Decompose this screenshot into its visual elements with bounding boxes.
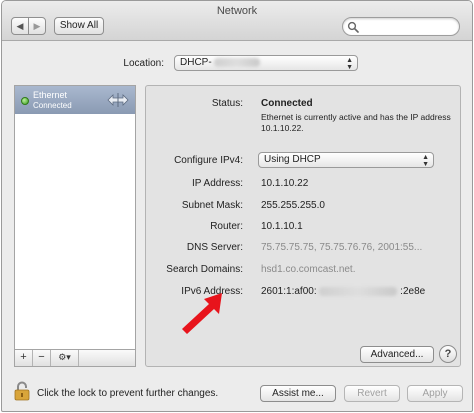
ipv6-prefix: 2601:1:af00: (261, 286, 317, 297)
configure-ipv4-popup[interactable]: Using DHCP ▲ ▼ (258, 152, 434, 168)
network-preferences-window: Network ◀ ▶ Show All Location: DHCP- ▲ ▼ … (1, 0, 473, 412)
show-all-button[interactable]: Show All (54, 17, 104, 35)
apply-button[interactable]: Apply (407, 385, 463, 402)
assist-me-button[interactable]: Assist me... (260, 385, 336, 402)
status-value: Connected (261, 98, 313, 109)
status-dot-icon (21, 97, 29, 105)
popup-arrows-icon: ▲ ▼ (422, 154, 429, 168)
dns-server-label: DNS Server: (186, 242, 243, 253)
subnet-mask-value: 255.255.255.0 (261, 200, 325, 211)
service-list-toolbar: + − ⚙▾ (14, 349, 136, 367)
service-status: Connected (33, 101, 72, 110)
add-service-button[interactable]: + (15, 350, 33, 366)
dns-server-value: 75.75.75.75, 75.75.76.76, 2001:55... (261, 242, 423, 253)
location-value: DHCP- (180, 57, 212, 68)
ip-address-label: IP Address: (192, 178, 243, 189)
ipv6-suffix: :2e8e (400, 286, 426, 297)
ipv6-address-value: 2601:1:af00: :2e8e (261, 286, 425, 297)
redacted-location (214, 57, 261, 67)
search-icon (347, 21, 359, 33)
lock-message: Click the lock to prevent further change… (37, 388, 219, 399)
action-menu-button[interactable]: ⚙▾ (51, 350, 79, 366)
forward-button[interactable]: ▶ (28, 17, 46, 35)
location-popup[interactable]: DHCP- ▲ ▼ (174, 55, 358, 71)
revert-button[interactable]: Revert (344, 385, 400, 402)
redacted-ipv6 (319, 286, 398, 296)
configure-ipv4-value: Using DHCP (264, 154, 321, 165)
router-value: 10.1.10.1 (261, 221, 303, 232)
popup-arrows-icon: ▲ ▼ (346, 57, 353, 71)
service-name: Ethernet (33, 90, 68, 100)
back-button[interactable]: ◀ (11, 17, 29, 35)
ethernet-arrows-icon (107, 93, 129, 107)
location-label: Location: (123, 58, 164, 69)
router-label: Router: (210, 221, 243, 232)
advanced-button[interactable]: Advanced... (360, 346, 434, 363)
status-description: Ethernet is currently active and has the… (261, 112, 451, 133)
remove-service-button[interactable]: − (33, 350, 51, 366)
help-button[interactable]: ? (439, 345, 457, 363)
lock-icon[interactable] (14, 381, 30, 401)
window-title: Network (216, 5, 258, 17)
status-label: Status: (211, 98, 243, 109)
subnet-mask-label: Subnet Mask: (181, 200, 243, 211)
search-domains-label: Search Domains: (166, 264, 243, 275)
title-bar: Network ◀ ▶ Show All (2, 1, 472, 41)
annotation-arrow-icon (182, 293, 222, 334)
ip-address-value: 10.1.10.22 (261, 178, 309, 189)
service-item-ethernet[interactable]: Ethernet Connected (15, 86, 135, 114)
search-domains-value: hsd1.co.comcast.net. (261, 264, 356, 275)
search-field[interactable] (342, 17, 460, 36)
configure-ipv4-label: Configure IPv4: (174, 155, 243, 166)
location-row: Location: DHCP- ▲ ▼ (2, 55, 472, 73)
service-list[interactable]: Ethernet Connected (14, 85, 136, 367)
